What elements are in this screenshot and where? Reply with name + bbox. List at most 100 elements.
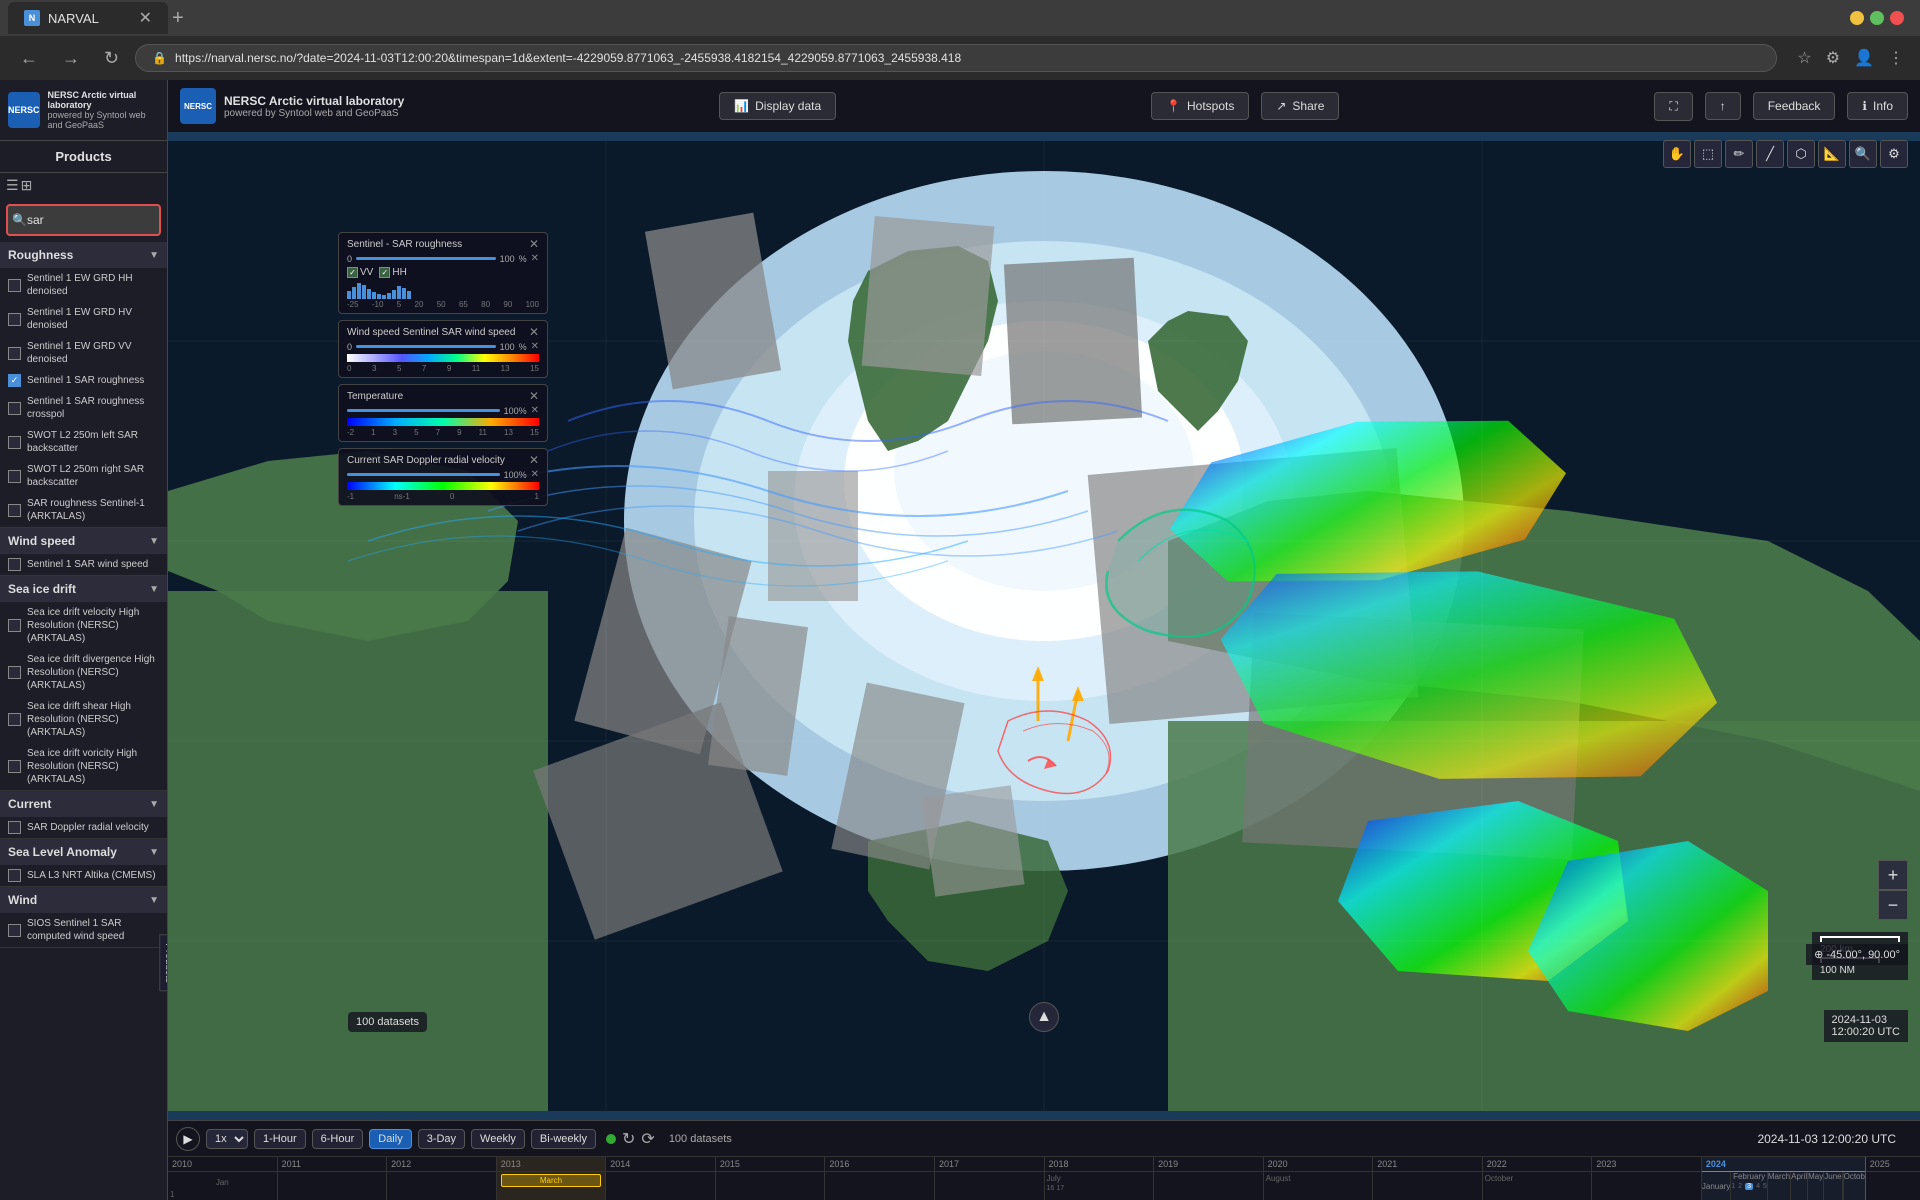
current-toggle-button[interactable]: ✕ <box>531 469 539 480</box>
product-checkbox-ice-divergence[interactable] <box>8 666 21 679</box>
search-input[interactable] <box>27 213 168 227</box>
hotspots-button[interactable]: 📍 Hotspots <box>1151 92 1249 120</box>
draw-tool-button[interactable]: ✏ <box>1725 140 1753 168</box>
time-step-weekly[interactable]: Weekly <box>471 1129 525 1149</box>
product-checkbox-sar-roughness-crosspol[interactable] <box>8 402 21 415</box>
category-roughness-header[interactable]: Roughness ▼ <box>0 242 167 268</box>
product-checkbox-vv[interactable] <box>8 347 21 360</box>
hand-tool-button[interactable]: ✋ <box>1663 140 1691 168</box>
bookmark-button[interactable]: ☆ <box>1793 44 1815 72</box>
arctic-map[interactable]: Sentinel - SAR roughness ✕ 0 100 % ✕ ✓ V… <box>168 132 1920 1120</box>
product-checkbox-sios-wind[interactable] <box>8 924 21 937</box>
time-step-3day[interactable]: 3-Day <box>418 1129 465 1149</box>
category-sea-ice-drift-header[interactable]: Sea ice drift ▼ <box>0 576 167 602</box>
roughness-layer-close[interactable]: ✕ <box>529 237 539 251</box>
product-checkbox-ice-shear[interactable] <box>8 713 21 726</box>
info-button[interactable]: ℹ Info <box>1847 92 1908 120</box>
back-button[interactable]: ← <box>12 44 46 73</box>
search-bar[interactable]: 🔍 ✕ + more ✕ <box>6 204 161 236</box>
product-checkbox-swot-left[interactable] <box>8 436 21 449</box>
new-tab-button[interactable]: + <box>172 7 184 30</box>
settings-tool-button[interactable]: ⚙ <box>1880 140 1908 168</box>
product-item-hh[interactable]: Sentinel 1 EW GRD HH denoised <box>0 268 167 302</box>
product-item-sar-roughness-crosspol[interactable]: Sentinel 1 SAR roughness crosspol <box>0 391 167 425</box>
wind-toggle-button[interactable]: ✕ <box>531 341 539 352</box>
vv-checkbox[interactable]: ✓ <box>347 267 358 278</box>
product-checkbox-s1-wind[interactable] <box>8 558 21 571</box>
extensions-button[interactable]: ⚙ <box>1822 44 1844 72</box>
wind-layer-close[interactable]: ✕ <box>529 325 539 339</box>
product-item-sla[interactable]: SLA L3 NRT Altika (CMEMS) <box>0 865 167 886</box>
product-checkbox-doppler[interactable] <box>8 821 21 834</box>
expand-button[interactable]: ⛶ <box>1654 92 1692 121</box>
menu-button[interactable]: ⋮ <box>1884 44 1908 72</box>
tab-close-button[interactable]: ✕ <box>139 8 152 28</box>
category-sla-header[interactable]: Sea Level Anomaly ▼ <box>0 839 167 865</box>
category-current-header[interactable]: Current ▼ <box>0 791 167 817</box>
center-map-button[interactable]: ▲ <box>1029 1002 1059 1032</box>
sidebar-grid-icon[interactable]: ⊞ <box>21 177 33 194</box>
product-checkbox-sar-roughness[interactable] <box>8 374 21 387</box>
url-bar[interactable]: 🔒 https://narval.nersc.no/?date=2024-11-… <box>135 44 1777 72</box>
current-opacity-slider[interactable] <box>347 473 500 476</box>
product-item-ice-voricity[interactable]: Sea ice drift voricity High Resolution (… <box>0 743 167 790</box>
product-item-ice-shear[interactable]: Sea ice drift shear High Resolution (NER… <box>0 696 167 743</box>
search-location-button[interactable]: 🔍 <box>1849 140 1877 168</box>
profile-button[interactable]: 👤 <box>1850 44 1878 72</box>
product-checkbox-ice-voricity[interactable] <box>8 760 21 773</box>
hh-checkbox[interactable]: ✓ <box>379 267 390 278</box>
current-layer-close[interactable]: ✕ <box>529 453 539 467</box>
map-area[interactable]: NERSC NERSC Arctic virtual laboratory po… <box>168 80 1920 1200</box>
product-item-swot-right[interactable]: SWOT L2 250m right SAR backscatter <box>0 459 167 493</box>
share2-button[interactable]: ↑ <box>1705 92 1741 120</box>
product-item-sios-wind[interactable]: SIOS Sentinel 1 SAR computed wind speed <box>0 913 167 947</box>
speed-select[interactable]: 1x <box>206 1129 248 1149</box>
product-checkbox-arktalas[interactable] <box>8 504 21 517</box>
active-tab[interactable]: N NARVAL ✕ <box>8 2 168 34</box>
category-wind-header[interactable]: Wind ▼ <box>0 887 167 913</box>
temp-layer-close[interactable]: ✕ <box>529 389 539 403</box>
roughness-toggle-button[interactable]: ✕ <box>531 253 539 264</box>
close-button[interactable] <box>1890 11 1904 25</box>
product-item-vv[interactable]: Sentinel 1 EW GRD VV denoised <box>0 336 167 370</box>
time-step-1hour[interactable]: 1-Hour <box>254 1129 306 1149</box>
wind-opacity-slider[interactable] <box>356 345 496 348</box>
product-item-s1-wind[interactable]: Sentinel 1 SAR wind speed <box>0 554 167 575</box>
roughness-opacity-slider[interactable] <box>356 257 496 260</box>
product-item-ice-velocity[interactable]: Sea ice drift velocity High Resolution (… <box>0 602 167 649</box>
feedback-button[interactable]: Feedback <box>1753 92 1836 120</box>
temp-toggle-button[interactable]: ✕ <box>531 405 539 416</box>
product-item-ice-divergence[interactable]: Sea ice drift divergence High Resolution… <box>0 649 167 696</box>
zoom-in-button[interactable]: + <box>1878 860 1908 890</box>
select-tool-button[interactable]: ⬚ <box>1694 140 1722 168</box>
refresh-button[interactable]: ↻ <box>622 1129 635 1149</box>
time-step-biweekly[interactable]: Bi-weekly <box>531 1129 596 1149</box>
reload-button[interactable]: ↻ <box>96 44 127 73</box>
share-button[interactable]: ↗ Share <box>1261 92 1339 120</box>
category-wind-speed-header[interactable]: Wind speed ▼ <box>0 528 167 554</box>
forward-button[interactable]: → <box>54 44 88 73</box>
time-step-daily[interactable]: Daily <box>369 1129 411 1149</box>
polygon-tool-button[interactable]: ⬡ <box>1787 140 1815 168</box>
time-step-6hour[interactable]: 6-Hour <box>312 1129 364 1149</box>
maximize-button[interactable] <box>1870 11 1884 25</box>
loop-button[interactable]: ⟳ <box>641 1129 654 1149</box>
product-item-sar-roughness[interactable]: Sentinel 1 SAR roughness <box>0 370 167 391</box>
measure-tool-button[interactable]: 📐 <box>1818 140 1846 168</box>
products-tab[interactable]: Products <box>159 934 168 991</box>
product-checkbox-hh[interactable] <box>8 279 21 292</box>
sidebar-layers-icon[interactable]: ☰ <box>6 177 19 194</box>
product-item-doppler[interactable]: SAR Doppler radial velocity <box>0 817 167 838</box>
display-data-button[interactable]: 📊 Display data <box>719 92 836 120</box>
product-item-swot-left[interactable]: SWOT L2 250m left SAR backscatter <box>0 425 167 459</box>
product-checkbox-hv[interactable] <box>8 313 21 326</box>
timeline-ruler[interactable]: 2010 Jan 1 2011 2 <box>168 1157 1920 1200</box>
product-item-arktalas[interactable]: SAR roughness Sentinel-1 (ARKTALAS) <box>0 493 167 527</box>
product-checkbox-sla[interactable] <box>8 869 21 882</box>
product-checkbox-swot-right[interactable] <box>8 470 21 483</box>
play-button[interactable]: ▶ <box>176 1127 200 1151</box>
minimize-button[interactable] <box>1850 11 1864 25</box>
line-tool-button[interactable]: ╱ <box>1756 140 1784 168</box>
product-item-hv[interactable]: Sentinel 1 EW GRD HV denoised <box>0 302 167 336</box>
product-checkbox-ice-velocity[interactable] <box>8 619 21 632</box>
